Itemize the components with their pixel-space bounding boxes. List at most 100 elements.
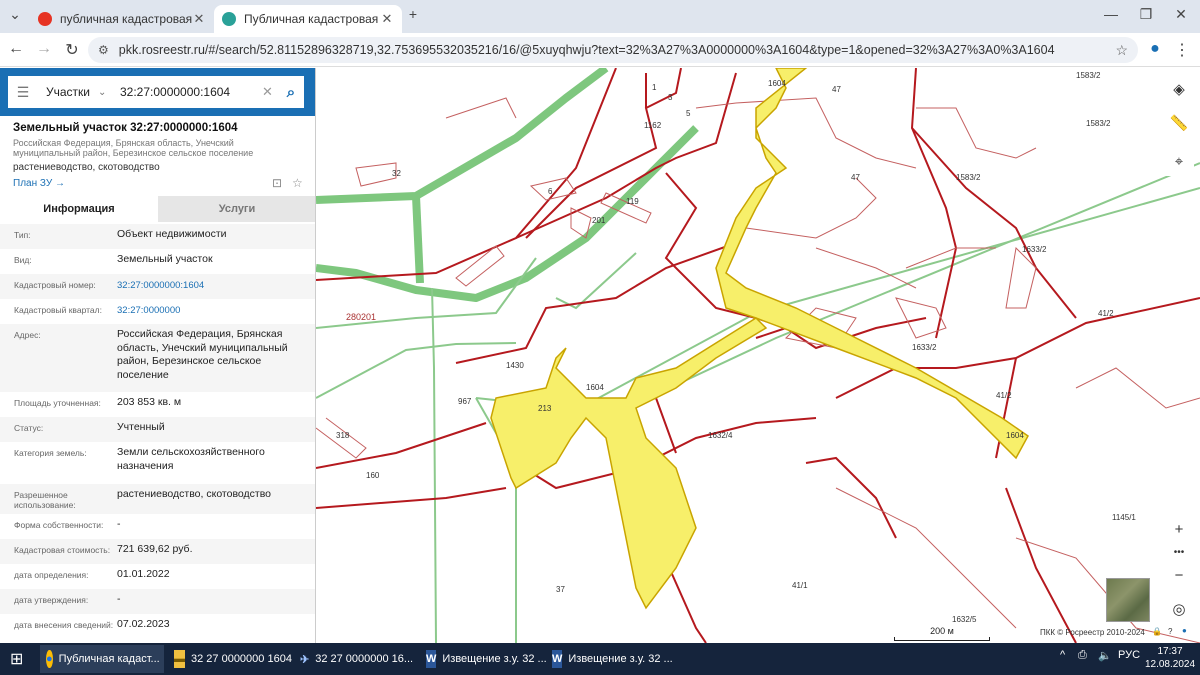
parcel-label[interactable]: 1 — [652, 83, 657, 92]
parcel-label[interactable]: 1145/1 — [1112, 513, 1136, 522]
parcel-label[interactable]: 1583/2 — [956, 173, 981, 182]
search-icon[interactable]: ⌕ — [278, 84, 304, 101]
attribute-value: 07.02.2023 — [117, 618, 170, 630]
parcel-label[interactable]: 213 — [538, 404, 552, 413]
window-close-icon[interactable]: ✕ — [1170, 6, 1192, 23]
forward-icon[interactable]: → — [34, 40, 54, 58]
zoom-in-icon[interactable]: + — [1164, 514, 1194, 544]
chrome-icon: ● — [46, 650, 53, 668]
parcel-label[interactable]: 280201 — [346, 312, 376, 322]
browser-tab-2[interactable]: Публичная кадастровая карта ✕ — [214, 5, 402, 33]
taskbar-item[interactable]: W Извещение з.у. 32 ... — [546, 645, 673, 673]
parcel-label[interactable]: 1633/2 — [1022, 245, 1047, 254]
basemap-switcher[interactable] — [1106, 578, 1150, 622]
parcel-label[interactable]: 1604 — [1006, 431, 1024, 440]
omnibox[interactable]: ⚙ pkk.rosreestr.ru/#/search/52.811528963… — [88, 37, 1138, 63]
attribute-link[interactable]: 32:27:0000000 — [117, 299, 306, 324]
zoom-to-object-icon[interactable]: ⊡ — [272, 176, 282, 190]
show-hidden-icons-icon[interactable]: ^ — [1060, 649, 1065, 661]
word-icon: W — [552, 650, 563, 668]
zoom-out-icon[interactable]: − — [1164, 560, 1194, 590]
taskbar-item[interactable]: W Извещение з.у. 32 ... — [420, 645, 547, 673]
help-icon[interactable]: ? — [1168, 627, 1172, 636]
printer-icon[interactable]: ⎙ — [1078, 649, 1087, 662]
parcel-label[interactable]: 1162 — [644, 121, 662, 130]
parcel-label[interactable]: 1632/5 — [952, 615, 977, 624]
taskbar-item[interactable]: ● Публичная кадаст... — [40, 645, 164, 673]
new-tab-icon[interactable]: + — [402, 6, 424, 22]
parcel-label[interactable]: 5 — [686, 109, 691, 118]
attribute-link[interactable]: 32:27:0000000:1604 — [117, 274, 306, 299]
parcel-label[interactable]: 41/2 — [1098, 309, 1114, 318]
clock[interactable]: 17:37 12.08.2024 — [1144, 645, 1196, 671]
attribute-value: - — [117, 518, 121, 530]
parcel-label[interactable]: 47 — [832, 85, 841, 94]
browser-tab-1[interactable]: публичная кадастровая карта ✕ — [30, 5, 214, 33]
folder-icon: ▬ — [174, 650, 185, 668]
parcel-label[interactable]: 1430 — [506, 361, 524, 370]
parcel-label[interactable]: 318 — [336, 431, 350, 440]
parcel-label[interactable]: 1604 — [768, 79, 786, 88]
parcel-label[interactable]: 1583/2 — [1086, 119, 1111, 128]
parcel-label[interactable]: 41/2 — [996, 391, 1012, 400]
site-info-icon[interactable]: ⚙ — [98, 43, 109, 57]
attribute-key: дата внесения сведений: — [14, 620, 114, 630]
parcel-label[interactable]: 1632/4 — [708, 431, 733, 440]
cadastral-map[interactable]: 1604 47 1583/2 1583/2 47 1583/2 1633/2 4… — [316, 68, 1200, 643]
language-indicator[interactable]: РУС — [1118, 649, 1140, 661]
parcel-label[interactable]: 37 — [556, 585, 565, 594]
parcel-label[interactable]: 32 — [392, 169, 401, 178]
locate-icon[interactable]: ⌖ — [1164, 146, 1194, 176]
attribute-key: Категория земель: — [14, 448, 87, 458]
tab-search-icon[interactable]: ⌄ — [4, 6, 26, 23]
taskbar-item[interactable]: ▬ 32 27 0000000 1604 — [168, 645, 292, 673]
parcel-label[interactable]: 160 — [366, 471, 380, 480]
close-tab-icon[interactable]: ✕ — [192, 11, 206, 27]
profile-icon[interactable]: ● — [1145, 40, 1165, 58]
highlighted-parcel[interactable] — [490, 68, 1029, 610]
browser-menu-icon[interactable]: ⋮ — [1172, 40, 1192, 60]
compass-icon[interactable]: ◎ — [1164, 594, 1194, 624]
tab-services[interactable]: Услуги — [158, 196, 315, 222]
parcel-label[interactable]: 6 — [548, 187, 553, 196]
parcel-label[interactable]: 41/1 — [792, 581, 808, 590]
search-kind-select[interactable]: Участки — [38, 85, 98, 99]
hamburger-menu-icon[interactable]: ☰ — [8, 84, 38, 101]
parcel-label[interactable]: 1583/2 — [1076, 71, 1101, 80]
clear-icon[interactable]: ✕ — [262, 84, 278, 100]
layers-icon[interactable]: ◈ — [1164, 74, 1194, 104]
search-input[interactable]: 32:27:0000000:1604 — [116, 85, 262, 99]
start-icon[interactable]: ⊞ — [4, 645, 34, 673]
close-tab-icon[interactable]: ✕ — [380, 11, 394, 27]
plan-link[interactable]: План ЗУ → — [13, 178, 65, 189]
more-icon[interactable]: ••• — [1164, 544, 1194, 560]
attribute-value: Земли сельскохозяйственного назначения — [117, 446, 265, 472]
bookmark-star-icon[interactable]: ☆ — [1115, 42, 1128, 59]
lock-icon: 🔒 — [1152, 627, 1162, 636]
back-icon[interactable]: ← — [6, 40, 26, 58]
info-panel: ☰ Участки ⌄ 32:27:0000000:1604 ✕ ⌕ Земел… — [0, 68, 316, 643]
parcel-label[interactable]: 119 — [626, 197, 639, 206]
ruler-icon[interactable]: 📏 — [1164, 108, 1194, 138]
volume-icon[interactable]: 🔈 — [1098, 649, 1112, 662]
taskbar-item[interactable]: ✈ 32 27 0000000 16... — [294, 645, 414, 673]
tab-info[interactable]: Информация — [0, 196, 158, 222]
thin-roads — [316, 162, 1200, 643]
parcel-label[interactable]: 1633/2 — [912, 343, 937, 352]
maximize-icon[interactable]: ❐ — [1135, 6, 1157, 23]
parcel-label[interactable]: 201 — [592, 216, 606, 225]
url-text[interactable]: pkk.rosreestr.ru/#/search/52.81152896328… — [119, 43, 1116, 57]
minimize-icon[interactable]: — — [1100, 6, 1122, 22]
reload-icon[interactable]: ↻ — [62, 40, 82, 60]
parcel-label[interactable]: 1604 — [586, 383, 604, 392]
taskbar-label: 32 27 0000000 16... — [315, 653, 414, 665]
parcel-label[interactable]: 967 — [458, 397, 472, 406]
map-canvas[interactable]: 1604 47 1583/2 1583/2 47 1583/2 1633/2 4… — [316, 68, 1200, 643]
attribute-key: Кадастровый квартал: — [14, 305, 102, 315]
attribute-row: Адрес: Российская Федерация, Брянская обл… — [0, 324, 315, 392]
chevron-down-icon[interactable]: ⌄ — [98, 87, 116, 98]
favorite-star-icon[interactable]: ☆ — [292, 176, 303, 190]
user-icon[interactable]: ● — [1182, 626, 1187, 635]
parcel-label[interactable]: 3 — [668, 93, 673, 102]
parcel-label[interactable]: 47 — [851, 173, 860, 182]
